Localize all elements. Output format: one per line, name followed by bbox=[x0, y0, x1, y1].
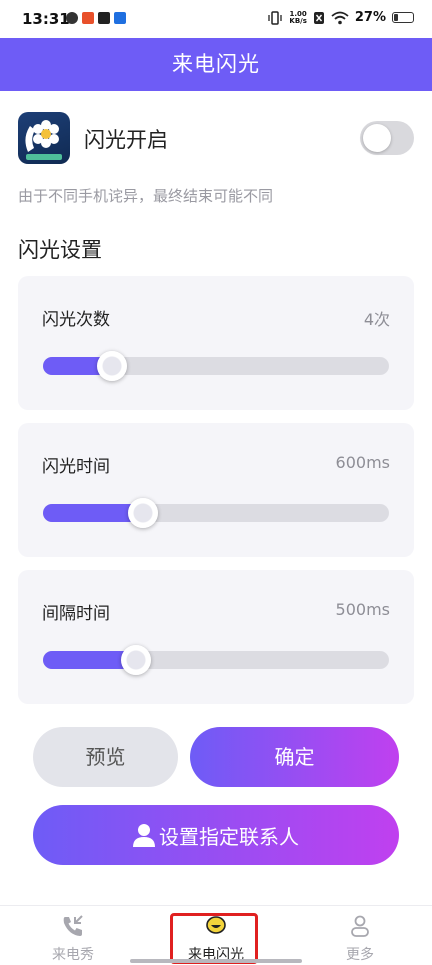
phone-incoming-icon bbox=[63, 915, 83, 936]
page-title: 来电闪光 bbox=[172, 52, 260, 76]
set-contact-button[interactable]: 设置指定联系人 bbox=[33, 805, 399, 865]
network-speed: 1.00 KB/s bbox=[289, 10, 307, 25]
wifi-icon bbox=[331, 11, 349, 24]
person-icon bbox=[133, 824, 155, 847]
sim-disabled-icon bbox=[313, 11, 324, 24]
interval-time-label: 间隔时间 bbox=[42, 604, 110, 624]
flower-phone-logo-icon bbox=[25, 120, 62, 160]
compatibility-note: 由于不同手机诧异，最终结束可能不同 bbox=[18, 187, 274, 205]
notification-app-icon bbox=[82, 12, 94, 24]
flash-settings-title: 闪光设置 bbox=[18, 238, 102, 262]
interval-time-value: 500ms bbox=[335, 600, 390, 619]
confirm-button[interactable]: 确定 bbox=[190, 727, 399, 787]
tab-label: 来电秀 bbox=[52, 947, 94, 963]
preview-button[interactable]: 预览 bbox=[33, 727, 178, 787]
interval-time-slider[interactable] bbox=[43, 645, 389, 675]
status-right-icons: 1.00 KB/s 27% bbox=[267, 10, 414, 25]
vibrate-icon bbox=[268, 10, 283, 25]
slider-thumb[interactable] bbox=[128, 498, 159, 528]
notification-app-icon bbox=[66, 12, 78, 24]
notification-app-icon bbox=[114, 12, 126, 24]
flash-count-value: 4次 bbox=[363, 310, 390, 329]
tab-call-show[interactable]: 来电秀 bbox=[13, 906, 133, 965]
set-contact-label: 设置指定联系人 bbox=[159, 824, 299, 849]
battery-level bbox=[394, 14, 399, 21]
toggle-knob bbox=[363, 124, 391, 152]
flash-count-slider[interactable] bbox=[43, 351, 389, 381]
notification-app-icon bbox=[98, 12, 110, 24]
network-speed-unit: KB/s bbox=[289, 16, 307, 25]
flash-enable-label: 闪光开启 bbox=[84, 128, 168, 152]
flash-duration-label: 闪光时间 bbox=[42, 457, 110, 477]
interval-time-card: 间隔时间 500ms bbox=[18, 570, 414, 704]
status-bar: 13:31 1.00 KB/s 27% bbox=[0, 0, 432, 38]
flash-duration-value: 600ms bbox=[335, 453, 390, 472]
tab-more[interactable]: 更多 bbox=[300, 906, 420, 965]
tab-label: 更多 bbox=[346, 947, 374, 963]
flash-duration-slider[interactable] bbox=[43, 498, 389, 528]
flash-enable-toggle[interactable] bbox=[360, 121, 414, 155]
battery-percent: 27% bbox=[354, 10, 386, 25]
flash-duration-card: 闪光时间 600ms bbox=[18, 423, 414, 557]
slider-thumb[interactable] bbox=[97, 351, 128, 381]
flash-count-card: 闪光次数 4次 bbox=[18, 276, 414, 410]
flash-count-label: 闪光次数 bbox=[42, 310, 110, 330]
app-logo bbox=[18, 112, 70, 164]
slider-thumb[interactable] bbox=[121, 645, 152, 675]
person-outline-icon bbox=[351, 915, 369, 937]
active-tab-highlight bbox=[170, 913, 258, 964]
status-notification-icons bbox=[66, 12, 126, 24]
status-time: 13:31 bbox=[22, 10, 70, 28]
battery-icon bbox=[392, 12, 414, 23]
page-header: 来电闪光 bbox=[0, 38, 432, 91]
home-indicator[interactable] bbox=[130, 959, 302, 963]
